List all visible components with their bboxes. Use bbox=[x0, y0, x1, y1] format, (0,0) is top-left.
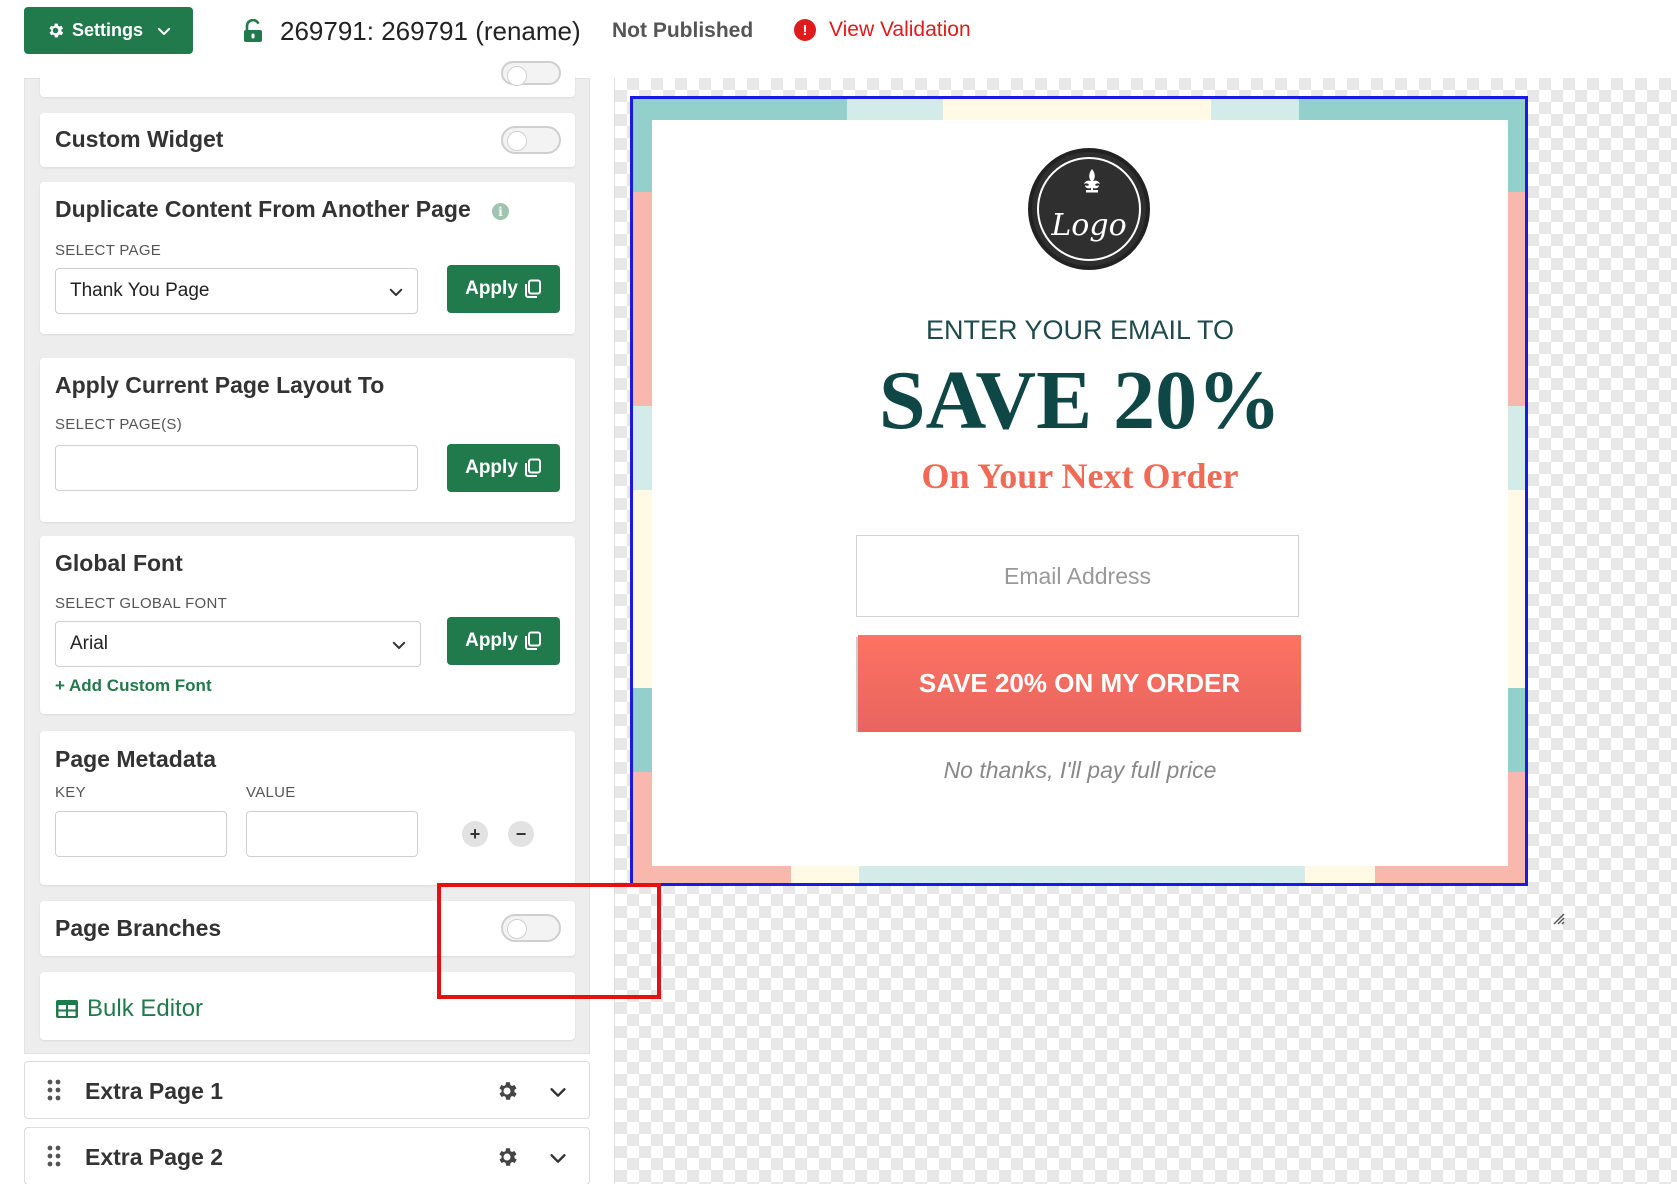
app-root: Settings 269791: 269791 (rename) Not Pub… bbox=[0, 0, 1677, 1184]
add-custom-font-link[interactable]: + Add Custom Font bbox=[55, 676, 212, 696]
fleur-de-lis-icon bbox=[1084, 169, 1100, 193]
chevron-down-icon[interactable] bbox=[547, 1147, 569, 1169]
global-font-card: Global Font SELECT GLOBAL FONT Arial App… bbox=[40, 536, 575, 714]
select-global-font-label: SELECT GLOBAL FONT bbox=[55, 595, 228, 612]
popup-intro-text[interactable]: ENTER YOUR EMAIL TO bbox=[652, 315, 1508, 346]
add-metadata-button[interactable]: + bbox=[462, 821, 488, 847]
select-pages-input[interactable] bbox=[55, 445, 418, 491]
logo-text: Logo bbox=[1051, 208, 1127, 243]
border-stripe bbox=[633, 192, 652, 406]
border-stripe bbox=[633, 120, 652, 192]
settings-button[interactable]: Settings bbox=[24, 7, 193, 54]
page-metadata-title: Page Metadata bbox=[55, 746, 217, 772]
apply-label: Apply bbox=[465, 457, 518, 478]
copy-icon bbox=[524, 279, 541, 298]
border-stripe bbox=[633, 490, 652, 688]
border-stripe bbox=[633, 866, 791, 883]
apply-label: Apply bbox=[465, 630, 518, 651]
chevron-down-icon bbox=[392, 641, 406, 649]
gear-icon bbox=[49, 23, 64, 38]
border-stripe bbox=[1508, 490, 1525, 688]
table-icon bbox=[56, 1000, 78, 1018]
chevron-down-icon bbox=[389, 288, 403, 296]
border-stripe bbox=[1375, 866, 1525, 883]
border-stripe bbox=[633, 406, 652, 490]
apply-layout-card: Apply Current Page Layout To SELECT PAGE… bbox=[40, 358, 575, 522]
bulk-editor-label: Bulk Editor bbox=[87, 995, 204, 1022]
apply-label: Apply bbox=[465, 278, 518, 299]
extra-page-label: Extra Page 1 bbox=[85, 1078, 224, 1104]
top-bar: Settings 269791: 269791 (rename) Not Pub… bbox=[0, 0, 1677, 62]
copy-icon bbox=[524, 631, 541, 650]
decline-link[interactable]: No thanks, I'll pay full price bbox=[652, 757, 1508, 784]
copy-icon bbox=[524, 458, 541, 477]
global-font-value: Arial bbox=[70, 633, 109, 654]
border-stripe bbox=[943, 99, 1211, 120]
border-stripe bbox=[1299, 99, 1525, 120]
settings-label: Settings bbox=[72, 20, 144, 40]
duplicate-content-title: Duplicate Content From Another Page bbox=[55, 196, 471, 222]
page-branches-title: Page Branches bbox=[55, 915, 222, 941]
drag-handle-icon[interactable] bbox=[47, 1079, 61, 1101]
metadata-key-input[interactable] bbox=[55, 811, 227, 857]
drag-handle-icon[interactable] bbox=[47, 1145, 61, 1167]
exclamation-icon: ! bbox=[794, 19, 816, 41]
select-page-dropdown[interactable]: Thank You Page bbox=[55, 268, 418, 314]
chevron-down-icon bbox=[157, 27, 171, 35]
custom-widget-title: Custom Widget bbox=[55, 126, 224, 152]
duplicate-apply-button[interactable]: Apply bbox=[447, 265, 560, 313]
remove-metadata-button[interactable]: − bbox=[508, 821, 534, 847]
border-stripe bbox=[859, 866, 1305, 883]
border-stripe bbox=[847, 99, 943, 120]
border-stripe bbox=[633, 772, 652, 866]
gear-icon[interactable] bbox=[495, 1145, 519, 1169]
select-page-label: SELECT PAGE bbox=[55, 242, 162, 259]
logo-badge[interactable]: Logo bbox=[1028, 148, 1150, 270]
annotation-highlight-box bbox=[437, 883, 661, 999]
page-metadata-card: Page Metadata KEY VALUE + − bbox=[40, 731, 575, 885]
select-pages-label: SELECT PAGE(S) bbox=[55, 416, 183, 433]
partial-toggle[interactable] bbox=[501, 61, 561, 86]
chevron-down-icon[interactable] bbox=[547, 1081, 569, 1103]
border-stripe bbox=[1305, 866, 1375, 883]
border-stripe bbox=[1508, 406, 1525, 490]
page-title[interactable]: 269791: 269791 (rename) bbox=[280, 16, 581, 47]
custom-widget-card: Custom Widget bbox=[40, 113, 575, 167]
border-stripe bbox=[633, 99, 847, 120]
global-font-apply-button[interactable]: Apply bbox=[447, 617, 560, 665]
resize-handle-icon[interactable] bbox=[1553, 913, 1565, 925]
popup-headline[interactable]: SAVE 20% bbox=[652, 352, 1508, 449]
gear-icon[interactable] bbox=[495, 1079, 519, 1103]
unlock-icon[interactable] bbox=[242, 19, 264, 43]
duplicate-content-card: Duplicate Content From Another Page i SE… bbox=[40, 182, 575, 334]
view-validation-link[interactable]: ! View Validation bbox=[794, 18, 971, 42]
border-stripe bbox=[1211, 99, 1299, 120]
email-address-input[interactable]: Email Address bbox=[856, 535, 1299, 617]
global-font-dropdown[interactable]: Arial bbox=[55, 621, 421, 667]
global-font-title: Global Font bbox=[55, 550, 183, 576]
publish-status: Not Published bbox=[612, 19, 754, 42]
border-stripe bbox=[1508, 688, 1525, 772]
border-stripe bbox=[1508, 192, 1525, 406]
bulk-editor-link[interactable]: Bulk Editor bbox=[55, 995, 203, 1023]
apply-layout-apply-button[interactable]: Apply bbox=[447, 444, 560, 492]
border-stripe bbox=[1508, 772, 1525, 866]
select-page-value: Thank You Page bbox=[70, 280, 210, 301]
extra-page-row[interactable]: Extra Page 1 bbox=[24, 1061, 590, 1119]
border-stripe bbox=[791, 866, 859, 883]
custom-widget-toggle[interactable] bbox=[501, 126, 561, 154]
save-order-button[interactable]: SAVE 20% ON MY ORDER bbox=[858, 635, 1301, 732]
border-stripe bbox=[1508, 120, 1525, 192]
popup-subheadline[interactable]: On Your Next Order bbox=[652, 455, 1508, 497]
border-stripe bbox=[633, 688, 652, 772]
info-icon[interactable]: i bbox=[492, 203, 509, 220]
key-label: KEY bbox=[55, 784, 86, 801]
extra-page-label: Extra Page 2 bbox=[85, 1144, 224, 1170]
value-label: VALUE bbox=[246, 784, 296, 801]
metadata-value-input[interactable] bbox=[246, 811, 418, 857]
partial-card bbox=[40, 61, 575, 97]
validation-label: View Validation bbox=[829, 18, 971, 41]
apply-layout-title: Apply Current Page Layout To bbox=[55, 372, 385, 398]
extra-page-row[interactable]: Extra Page 2 bbox=[24, 1127, 590, 1184]
